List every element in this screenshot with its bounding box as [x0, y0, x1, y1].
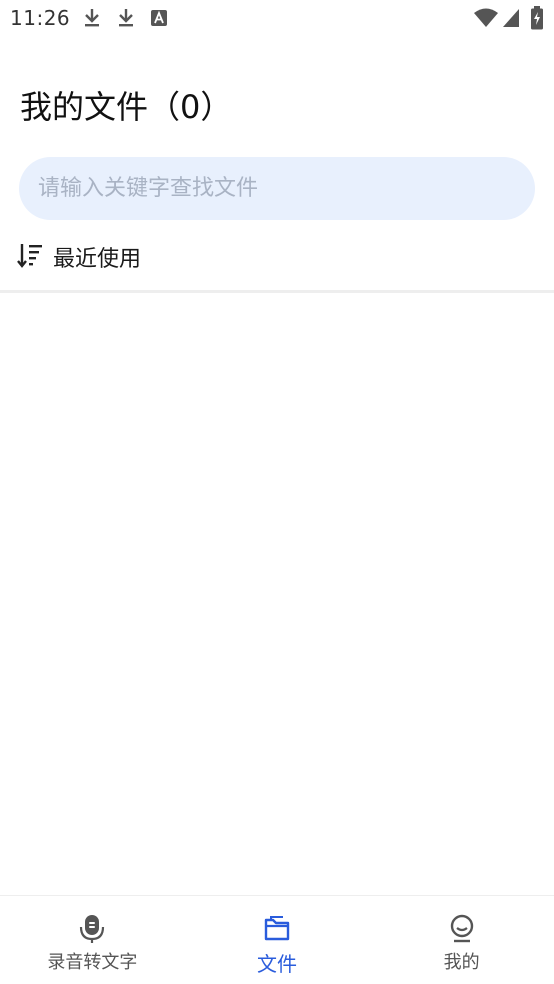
search-box[interactable] — [19, 157, 535, 220]
status-time: 11:26 — [10, 6, 71, 30]
folder-icon — [262, 914, 292, 944]
bottom-nav: 录音转文字 文件 我的 — [0, 895, 554, 984]
nav-item-files[interactable]: 文件 — [185, 896, 370, 984]
signal-icon — [502, 8, 520, 32]
nav-label: 录音转文字 — [47, 952, 138, 973]
battery-charging-icon — [530, 6, 544, 34]
nav-item-record-to-text[interactable]: 录音转文字 — [0, 896, 185, 984]
search-input[interactable] — [36, 175, 520, 202]
microphone-icon — [77, 914, 107, 944]
sort-label: 最近使用 — [53, 247, 142, 272]
profile-icon — [447, 914, 477, 944]
nav-item-mine[interactable]: 我的 — [369, 896, 554, 984]
download-icon — [82, 6, 102, 34]
nav-label: 我的 — [443, 952, 480, 973]
sort-selector[interactable]: 最近使用 — [17, 238, 141, 276]
wifi-icon — [474, 8, 498, 32]
download-icon — [116, 6, 136, 34]
status-bar: 11:26 — [0, 0, 554, 36]
page-title: 我的文件（0） — [20, 88, 233, 126]
nav-label: 文件 — [257, 952, 297, 976]
sort-descending-icon — [17, 241, 43, 273]
keyboard-a-icon — [150, 9, 168, 31]
file-list — [0, 293, 554, 895]
